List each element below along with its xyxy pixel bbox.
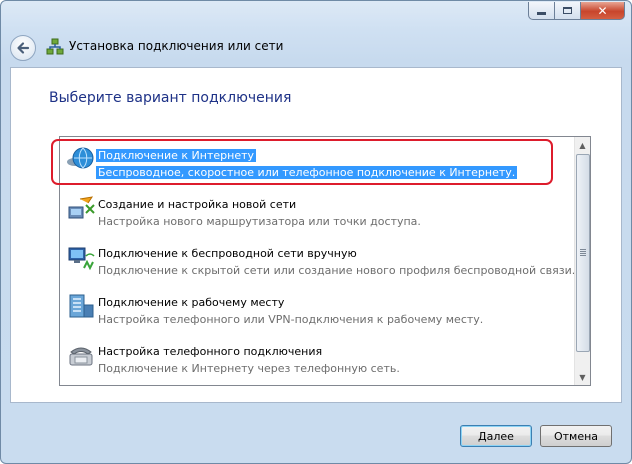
- connection-options-list: Подключение к Интернету Беспроводное, ск…: [51, 136, 591, 386]
- maximize-button[interactable]: [555, 2, 581, 20]
- minimize-icon: [537, 12, 546, 15]
- dialog-window: ✕ Установка подключения или сети Выберит…: [0, 0, 632, 464]
- scroll-thumb[interactable]: [576, 154, 590, 352]
- option-new-network[interactable]: Создание и настройка новой сети Настройк…: [60, 188, 574, 236]
- close-button[interactable]: ✕: [581, 2, 625, 20]
- minimize-button[interactable]: [528, 2, 555, 20]
- option-wireless-manual[interactable]: Подключение к беспроводной сети вручную …: [60, 237, 576, 285]
- scroll-down-arrow-icon[interactable]: ▼: [575, 369, 590, 385]
- back-button[interactable]: [10, 35, 36, 61]
- page-heading: Выберите вариант подключения: [49, 90, 292, 106]
- option-title: Настройка телефонного подключения: [98, 345, 323, 358]
- option-title: Подключение к рабочему месту: [98, 296, 285, 309]
- option-description: Настройка нового маршрутизатора или точк…: [98, 215, 421, 228]
- option-description: Беспроводное, скоростное или телефонное …: [96, 166, 518, 179]
- scroll-up-arrow-icon[interactable]: ▲: [575, 137, 590, 153]
- network-connection-icon: [46, 38, 64, 55]
- maximize-icon: [563, 7, 572, 14]
- option-description: Подключение к Интернету через телефонную…: [98, 362, 400, 375]
- option-internet[interactable]: Подключение к Интернету Беспроводное, ск…: [60, 139, 574, 187]
- wireless-network-icon: [68, 247, 95, 271]
- option-title: Подключение к Интернету: [96, 149, 257, 162]
- option-description: Подключение к скрытой сети или создание …: [98, 264, 576, 277]
- new-network-icon: [68, 196, 95, 219]
- cancel-button[interactable]: Отмена: [540, 425, 612, 447]
- back-arrow-icon: [17, 42, 30, 54]
- telephone-icon: [69, 347, 93, 366]
- window-title: Установка подключения или сети: [69, 39, 284, 53]
- next-button[interactable]: Далее: [460, 425, 532, 447]
- option-dialup[interactable]: Настройка телефонного подключения Подклю…: [60, 335, 574, 383]
- caption-buttons: ✕: [528, 2, 625, 20]
- scroll-grip-icon: [580, 249, 586, 256]
- option-title: Подключение к беспроводной сети вручную: [98, 247, 357, 260]
- close-icon: ✕: [597, 3, 608, 18]
- option-title: Создание и настройка новой сети: [98, 198, 297, 211]
- content-panel: Выберите вариант подключения Подключение…: [10, 67, 622, 403]
- workplace-building-icon: [69, 294, 94, 318]
- option-workplace[interactable]: Подключение к рабочему месту Настройка т…: [60, 286, 574, 334]
- internet-globe-icon: [67, 147, 94, 169]
- option-description: Настройка телефонного или VPN-подключени…: [98, 313, 484, 326]
- vertical-scrollbar[interactable]: ▲ ▼: [574, 137, 590, 385]
